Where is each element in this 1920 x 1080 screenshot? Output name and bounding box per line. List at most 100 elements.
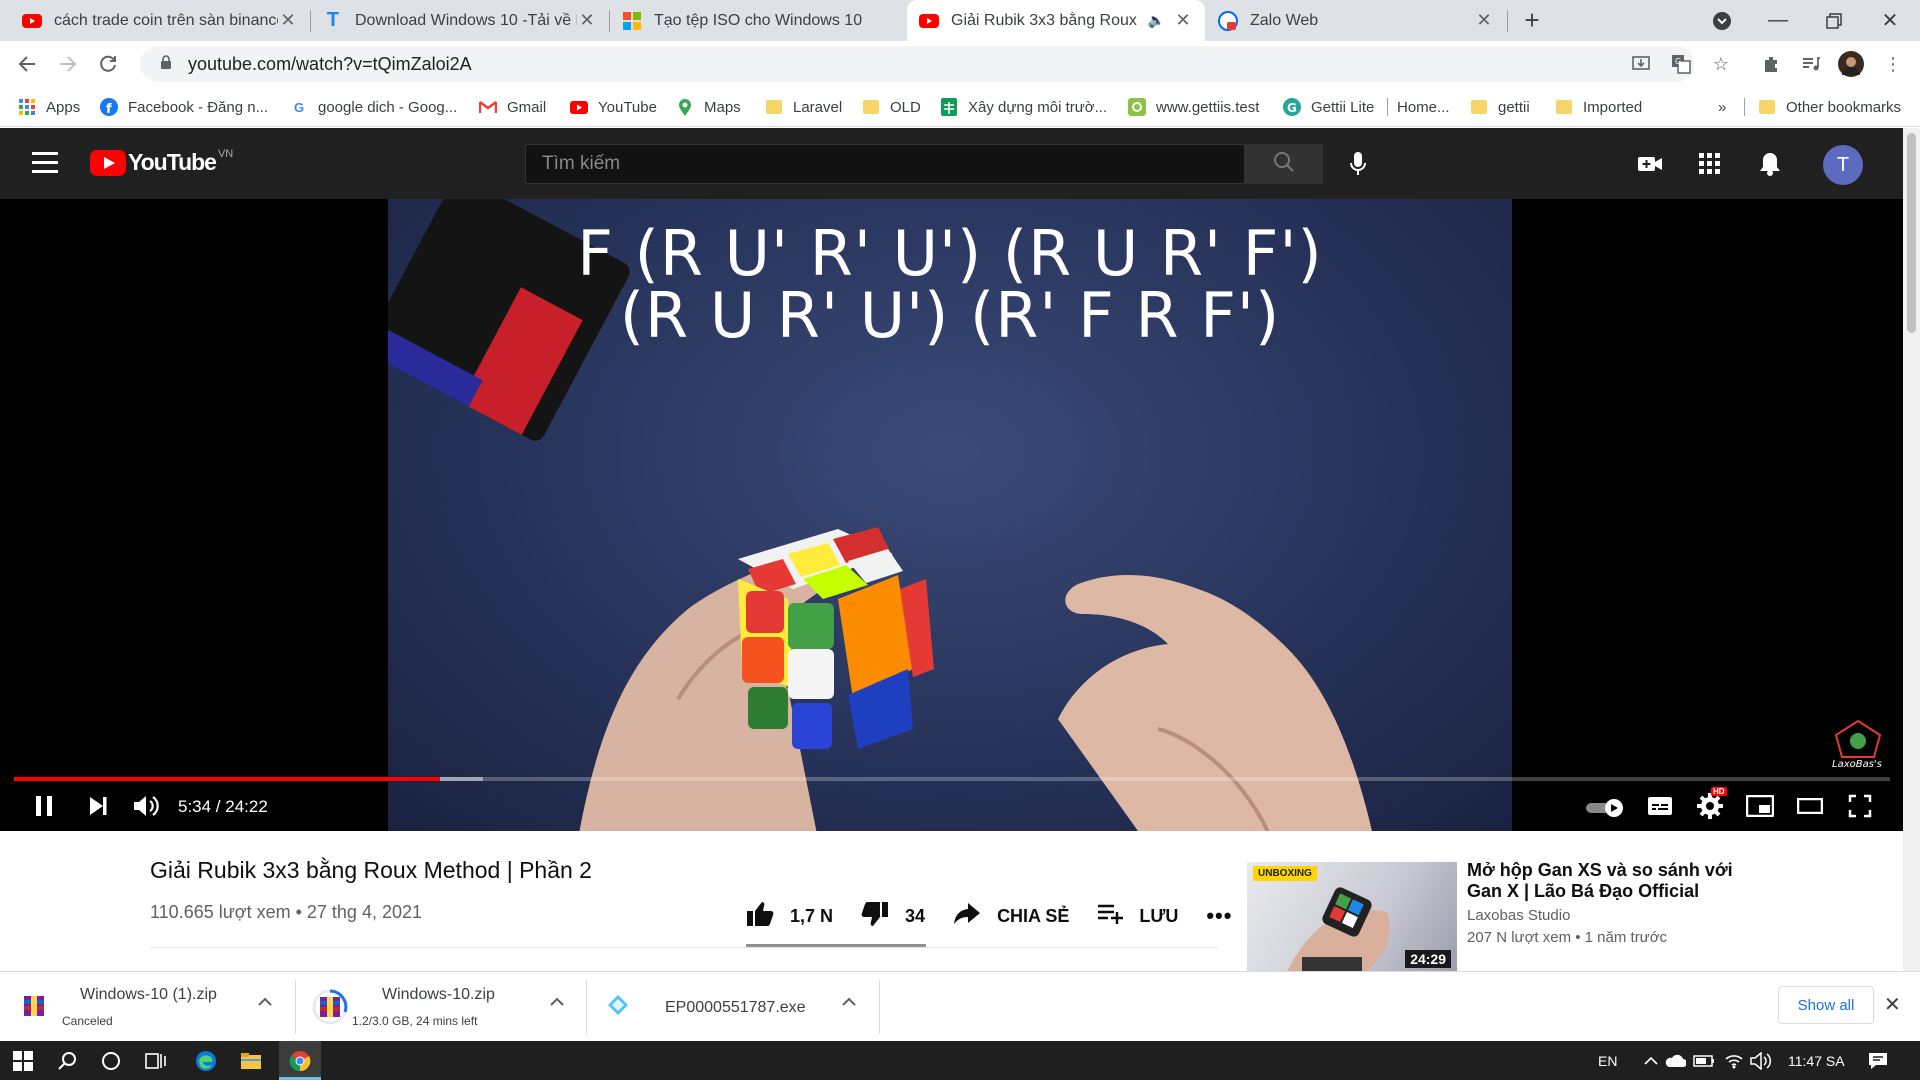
youtube-logo[interactable]: YouTube VN (90, 148, 233, 176)
new-tab-button[interactable]: + (1504, 0, 1560, 41)
star-icon[interactable]: ☆ (1708, 51, 1734, 77)
miniplayer-button[interactable] (1742, 791, 1778, 825)
tab-binance[interactable]: cách trade coin trên sàn binance ✕ (10, 0, 310, 41)
suggested-video-title[interactable]: Mở hộp Gan XS và so sánh với Gan X | Lão… (1467, 860, 1747, 902)
close-icon[interactable]: ✕ (577, 10, 597, 31)
bookmark-laravel[interactable]: Laravel (765, 87, 842, 127)
bookmark-imported[interactable]: Imported (1555, 87, 1642, 127)
chevron-up-icon[interactable] (1644, 1041, 1658, 1080)
bookmark-facebook[interactable]: f Facebook - Đăng n... (100, 87, 268, 127)
chevron-up-icon[interactable] (842, 994, 856, 1012)
bookmark-google-dich[interactable]: Ggoogle dich - Goog... (290, 87, 457, 127)
chrome-icon[interactable] (277, 1041, 323, 1080)
close-icon[interactable]: ✕ (1474, 10, 1494, 31)
close-downloads-icon[interactable]: ✕ (1884, 992, 1901, 1017)
search-icon[interactable] (44, 1041, 90, 1080)
more-actions-button[interactable]: ••• (1206, 903, 1232, 929)
download-item[interactable]: Windows-10 (1).zip Canceled (0, 972, 294, 1042)
theater-mode-button[interactable] (1792, 791, 1828, 825)
speaker-icon[interactable]: 🔈 (1148, 12, 1165, 29)
pause-button[interactable] (26, 791, 62, 825)
autoplay-toggle[interactable] (1584, 791, 1628, 825)
bookmark-home[interactable]: Home... (1397, 87, 1450, 127)
task-view-icon[interactable] (133, 1041, 179, 1080)
wifi-icon[interactable] (1724, 1041, 1744, 1080)
close-icon[interactable]: ✕ (1173, 10, 1193, 31)
address-bar[interactable]: youtube.com/watch?v=tQimZaloi2A (140, 46, 1694, 82)
speaker-icon[interactable] (1750, 1041, 1772, 1080)
create-video-icon[interactable] (1636, 150, 1664, 178)
account-avatar[interactable]: T (1823, 145, 1863, 185)
notifications-icon[interactable] (1868, 1041, 1888, 1080)
edge-icon[interactable] (183, 1041, 229, 1080)
miniplayer-icon (1745, 794, 1775, 822)
profile-avatar[interactable] (1838, 51, 1864, 77)
next-button[interactable] (80, 791, 116, 825)
chevron-up-icon[interactable] (258, 994, 272, 1012)
bookmarks-overflow[interactable]: » (1718, 87, 1726, 127)
dislike-button[interactable]: 34 (861, 901, 925, 932)
search-input[interactable]: Tìm kiếm (525, 144, 1245, 184)
reload-icon[interactable] (93, 49, 123, 79)
tab-iso-windows[interactable]: Tạo tệp ISO cho Windows 10 (610, 0, 906, 41)
bookmark-gettii-lite[interactable]: G Gettii Lite (1283, 87, 1374, 127)
suggested-video-channel[interactable]: Laxobas Studio (1467, 907, 1570, 924)
bookmark-other[interactable]: Other bookmarks (1758, 87, 1901, 127)
scrollbar-thumb[interactable] (1907, 133, 1916, 333)
bookmark-xay-dung[interactable]: Xây dựng môi trườ... (940, 87, 1107, 127)
menu-icon[interactable]: ⋮ (1880, 51, 1906, 77)
subtitles-button[interactable] (1642, 791, 1678, 825)
bookmark-gettiis-test[interactable]: www.gettiis.test (1128, 87, 1259, 127)
restore-button[interactable] (1806, 0, 1862, 41)
battery-icon[interactable] (1693, 1041, 1715, 1080)
lock-icon[interactable] (160, 55, 174, 73)
folder-icon (862, 98, 880, 116)
search-button[interactable] (1245, 144, 1323, 184)
tab-download-windows[interactable]: T Download Windows 10 -Tải về M ✕ (311, 0, 609, 41)
language-indicator[interactable]: EN (1598, 1041, 1617, 1080)
onedrive-icon[interactable] (1664, 1041, 1686, 1080)
show-all-button[interactable]: Show all (1778, 986, 1874, 1024)
tab-rubik[interactable]: Giải Rubik 3x3 bằng Roux Me 🔈 ✕ (907, 0, 1205, 41)
clock[interactable]: 11:47 SA (1788, 1041, 1845, 1080)
video-frame[interactable]: F (R U' R' U') (R U R' F') (R U R' U') (… (388, 199, 1512, 831)
apps-grid-icon[interactable] (1696, 150, 1724, 178)
download-item[interactable]: Windows-10.zip 1.2/3.0 GB, 24 mins left (296, 972, 586, 1042)
hamburger-menu-icon[interactable] (32, 152, 58, 179)
windows-start-icon[interactable] (0, 1041, 46, 1080)
download-item[interactable]: EP0000551787.exe (587, 972, 879, 1042)
microphone-icon[interactable] (1340, 146, 1376, 182)
translate-icon[interactable]: G (1668, 51, 1694, 77)
bookmark-maps[interactable]: Maps (676, 87, 741, 127)
bookmark-old[interactable]: OLD (862, 87, 921, 127)
close-window-button[interactable]: ✕ (1862, 0, 1918, 41)
cortana-icon[interactable] (88, 1041, 134, 1080)
close-icon[interactable]: ✕ (278, 10, 298, 31)
save-button[interactable]: LƯU (1097, 903, 1178, 930)
extensions-icon[interactable] (1758, 51, 1784, 77)
file-explorer-icon[interactable] (228, 1041, 274, 1080)
volume-button[interactable] (128, 791, 164, 825)
laxobas-watermark: LaxoBas's (1832, 719, 1882, 769)
install-icon[interactable] (1628, 51, 1654, 77)
progress-bar[interactable] (14, 777, 1890, 781)
tab-search-icon[interactable] (1694, 0, 1750, 41)
notifications-bell-icon[interactable] (1756, 150, 1784, 178)
bookmark-youtube[interactable]: YouTube (570, 87, 657, 127)
fullscreen-button[interactable] (1842, 791, 1878, 825)
media-icon[interactable] (1798, 51, 1824, 77)
like-button[interactable]: 1,7 N (746, 901, 833, 932)
forward-icon[interactable] (53, 49, 83, 79)
chevron-up-icon[interactable] (550, 994, 564, 1012)
minimize-button[interactable]: — (1750, 0, 1806, 41)
tab-zalo[interactable]: Zalo Web ✕ (1206, 0, 1506, 41)
back-icon[interactable] (12, 49, 42, 79)
share-button[interactable]: CHIA SẺ (953, 902, 1069, 931)
video-player[interactable]: F (R U' R' U') (R U R' F') (R U R' U') (… (0, 199, 1903, 831)
bookmark-apps[interactable]: Apps (18, 87, 80, 127)
suggested-video-thumbnail[interactable]: UNBOXING 24:29 (1247, 862, 1457, 972)
settings-button[interactable]: HD (1692, 786, 1728, 825)
bookmark-gmail[interactable]: Gmail (479, 87, 546, 127)
page-scrollbar[interactable] (1903, 128, 1920, 971)
bookmark-gettii[interactable]: gettii (1470, 87, 1530, 127)
